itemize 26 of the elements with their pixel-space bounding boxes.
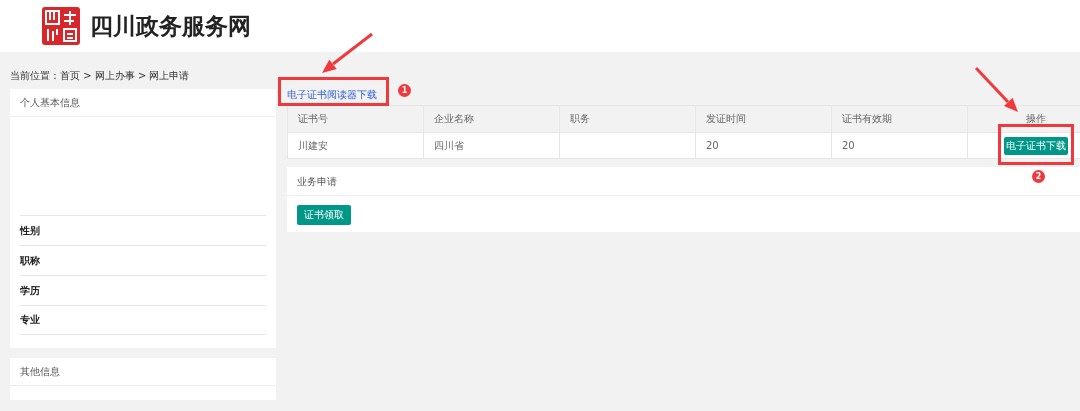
column-header: 发证时间 — [706, 112, 746, 126]
field-label: 学历 — [20, 283, 40, 298]
table-cell: 20 — [832, 132, 968, 158]
annotation-arrow — [974, 66, 1018, 112]
seal-logo-icon — [42, 7, 80, 45]
panel-title: 个人基本信息 — [20, 96, 80, 110]
field-label: 专业 — [20, 313, 40, 327]
step-badge: 1 — [398, 84, 411, 97]
column-header: 证书号 — [298, 112, 328, 126]
table-cell: 20 — [696, 132, 832, 158]
certificate-download-button[interactable]: 电子证书下载 — [1003, 136, 1068, 155]
certificate-claim-button[interactable]: 证书领取 — [297, 205, 351, 225]
panel-title: 其他信息 — [20, 365, 60, 379]
column-header: 企业名称 — [434, 112, 474, 126]
reader-download-link[interactable]: 电子证书阅读器下载 — [287, 87, 377, 102]
field-label: 职称 — [20, 253, 40, 268]
breadcrumb: 当前位置：首页 > 网上办事 > 网上申请 — [10, 69, 190, 83]
column-header: 证书有效期 — [842, 112, 892, 126]
site-title: 四川政务服务网 — [90, 10, 251, 41]
table-cell: 川建安 — [288, 132, 424, 158]
column-header: 职务 — [570, 112, 590, 126]
panel-title: 业务申请 — [297, 175, 337, 189]
field-label: 性别 — [20, 223, 40, 238]
annotation-arrow — [322, 32, 373, 73]
column-header: 操作 — [1025, 112, 1046, 126]
table-cell: 四川省 — [424, 132, 560, 158]
